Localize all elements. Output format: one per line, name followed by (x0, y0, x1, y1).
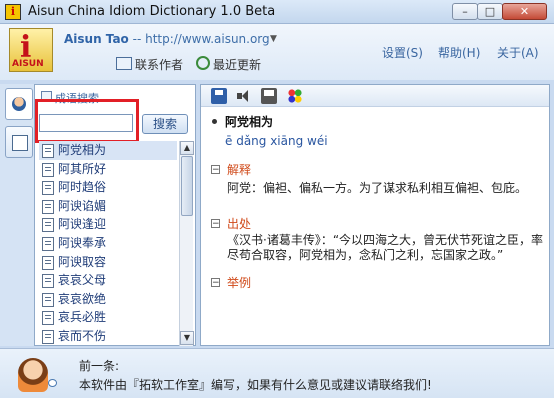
tab-idiom-search[interactable] (5, 88, 33, 120)
list-item-label: 阿谀逢迎 (58, 217, 107, 232)
list-item-label: 阿党相为 (58, 143, 107, 157)
author-name: Aisun Tao (64, 32, 129, 46)
entry-pinyin: ē dǎng xiāng wéi (225, 134, 328, 148)
list-item[interactable]: 哀而不伤 (39, 327, 177, 346)
list-item-label: 阿谀谄媚 (58, 198, 107, 213)
search-input-highlight (35, 99, 139, 143)
list-item-label: 哀而不伤 (58, 328, 107, 343)
book-icon (12, 135, 28, 151)
speaker-icon[interactable] (236, 88, 252, 104)
author-site-link[interactable]: Aisun Tao -- http://www.aisun.org (64, 32, 270, 46)
list-item-label: 阿谀取容 (58, 254, 107, 269)
minimize-button[interactable]: – (452, 3, 478, 20)
list-item[interactable]: 阿谀谄媚 (39, 197, 177, 216)
entry-headword: 阿党相为 (225, 115, 274, 129)
refresh-icon (196, 56, 210, 70)
list-item[interactable]: 阿其所好 (39, 160, 177, 179)
scroll-up-icon[interactable]: ▲ (180, 141, 194, 155)
list-item-label: 哀哀父母 (58, 273, 107, 288)
color-palette-icon[interactable] (287, 88, 303, 104)
list-item[interactable]: 阿时趋俗 (39, 178, 177, 197)
list-item-label: 阿时趋俗 (58, 180, 107, 195)
document-icon (42, 199, 54, 214)
list-item[interactable]: 哀哀欲绝 (39, 290, 177, 309)
close-button[interactable]: ✕ (502, 3, 547, 20)
section-example-label: 举例 (227, 276, 252, 290)
scroll-thumb[interactable] (181, 156, 193, 216)
list-item-label: 哀哀欲绝 (58, 291, 107, 306)
menu-settings[interactable]: 设置(S) (382, 44, 423, 61)
list-item[interactable]: 阿党相为 (39, 141, 177, 160)
list-item-label: 阿谀奉承 (58, 235, 107, 250)
list-item[interactable]: 阿谀取容 (39, 253, 177, 272)
recent-update-button[interactable]: 最近更新 (196, 56, 261, 73)
maximize-button[interactable]: □ (477, 3, 503, 20)
search-button[interactable]: 搜索 (142, 114, 188, 134)
save-icon[interactable] (211, 88, 227, 104)
chevron-down-icon[interactable]: ▼ (270, 34, 277, 44)
bullet-icon (212, 119, 217, 124)
entry-panel: 阿党相为 ē dǎng xiāng wéi − 解释 阿党：偏袒、偏私一方。为了… (200, 84, 550, 346)
list-item-label: 哀兵必胜 (58, 310, 107, 325)
side-tab-strip (0, 84, 34, 346)
collapse-explanation-icon[interactable]: − (211, 165, 220, 175)
tab-dictionary-book[interactable] (5, 126, 33, 158)
document-icon (42, 144, 54, 158)
idiom-list: 阿党相为阿其所好阿时趋俗阿谀谄媚阿谀逢迎阿谀奉承阿谀取容哀哀父母哀哀欲绝哀兵必胜… (39, 141, 177, 347)
document-icon (42, 311, 54, 326)
assistant-avatar-icon (18, 358, 48, 392)
contact-author-label: 联系作者 (135, 58, 184, 72)
aisun-logo: i AISUN (9, 28, 53, 72)
status-bar: 前一条: 本软件由『拓软工作室』编写，如果有什么意见或建议请联络我们! (0, 348, 554, 398)
site-url: -- http://www.aisun.org (128, 32, 270, 46)
title-bar: i Aisun China Idiom Dictionary 1.0 Beta … (0, 0, 554, 24)
list-scrollbar[interactable]: ▲ ▼ (179, 141, 194, 346)
contact-author-button[interactable]: 联系作者 (116, 56, 183, 73)
app-icon: i (5, 4, 21, 20)
document-icon (42, 329, 54, 344)
window-title: Aisun China Idiom Dictionary 1.0 Beta (28, 4, 276, 19)
print-icon[interactable] (261, 88, 277, 104)
search-panel: 成语搜索 搜索 阿党相为 阿其所好 阿时趋俗 阿谀谄媚 阿谀逢迎 阿谀奉承 阿谀取容 哀哀父母… (34, 84, 196, 346)
mail-icon (116, 57, 132, 70)
menu-about[interactable]: 关于(A) (497, 44, 539, 61)
menu-help[interactable]: 帮助(H) (438, 44, 480, 61)
list-item[interactable]: 哀感天地 (39, 346, 177, 347)
collapse-source-icon[interactable]: − (211, 219, 220, 229)
section-source-text: 《汉书·诸葛丰传》：“今以四海之大，曾无伏节死谊之臣，率尽苟合取容，阿党相为，念… (227, 233, 544, 262)
list-item-label: 阿其所好 (58, 161, 107, 176)
list-item[interactable]: 哀兵必胜 (39, 308, 177, 327)
section-source-label: 出处 (227, 217, 252, 231)
list-item[interactable]: 哀哀父母 (39, 271, 177, 290)
recent-update-label: 最近更新 (213, 58, 262, 72)
document-icon (42, 274, 54, 289)
app-header: i AISUN Aisun Tao -- http://www.aisun.or… (0, 24, 554, 80)
logo-text: AISUN (12, 59, 44, 69)
section-explanation-label: 解释 (227, 163, 252, 177)
entry-toolbar (201, 85, 549, 107)
list-item[interactable]: 阿谀逢迎 (39, 215, 177, 234)
document-icon (42, 255, 54, 270)
document-icon (42, 236, 54, 251)
document-icon (42, 292, 54, 307)
speech-bubble-icon (48, 379, 57, 387)
section-explanation-text: 阿党：偏袒、偏私一方。为了谋求私利相互偏袒、包庇。 (227, 181, 528, 195)
collapse-example-icon[interactable]: − (211, 278, 220, 288)
footer-message: 本软件由『拓软工作室』编写，如果有什么意见或建议请联络我们! (79, 378, 432, 392)
document-icon (42, 218, 54, 233)
list-item[interactable]: 阿谀奉承 (39, 234, 177, 253)
document-icon (42, 162, 54, 177)
scroll-down-icon[interactable]: ▼ (180, 331, 194, 345)
previous-entry-label: 前一条: (79, 359, 120, 373)
document-icon (42, 181, 54, 196)
person-search-icon (12, 97, 26, 111)
